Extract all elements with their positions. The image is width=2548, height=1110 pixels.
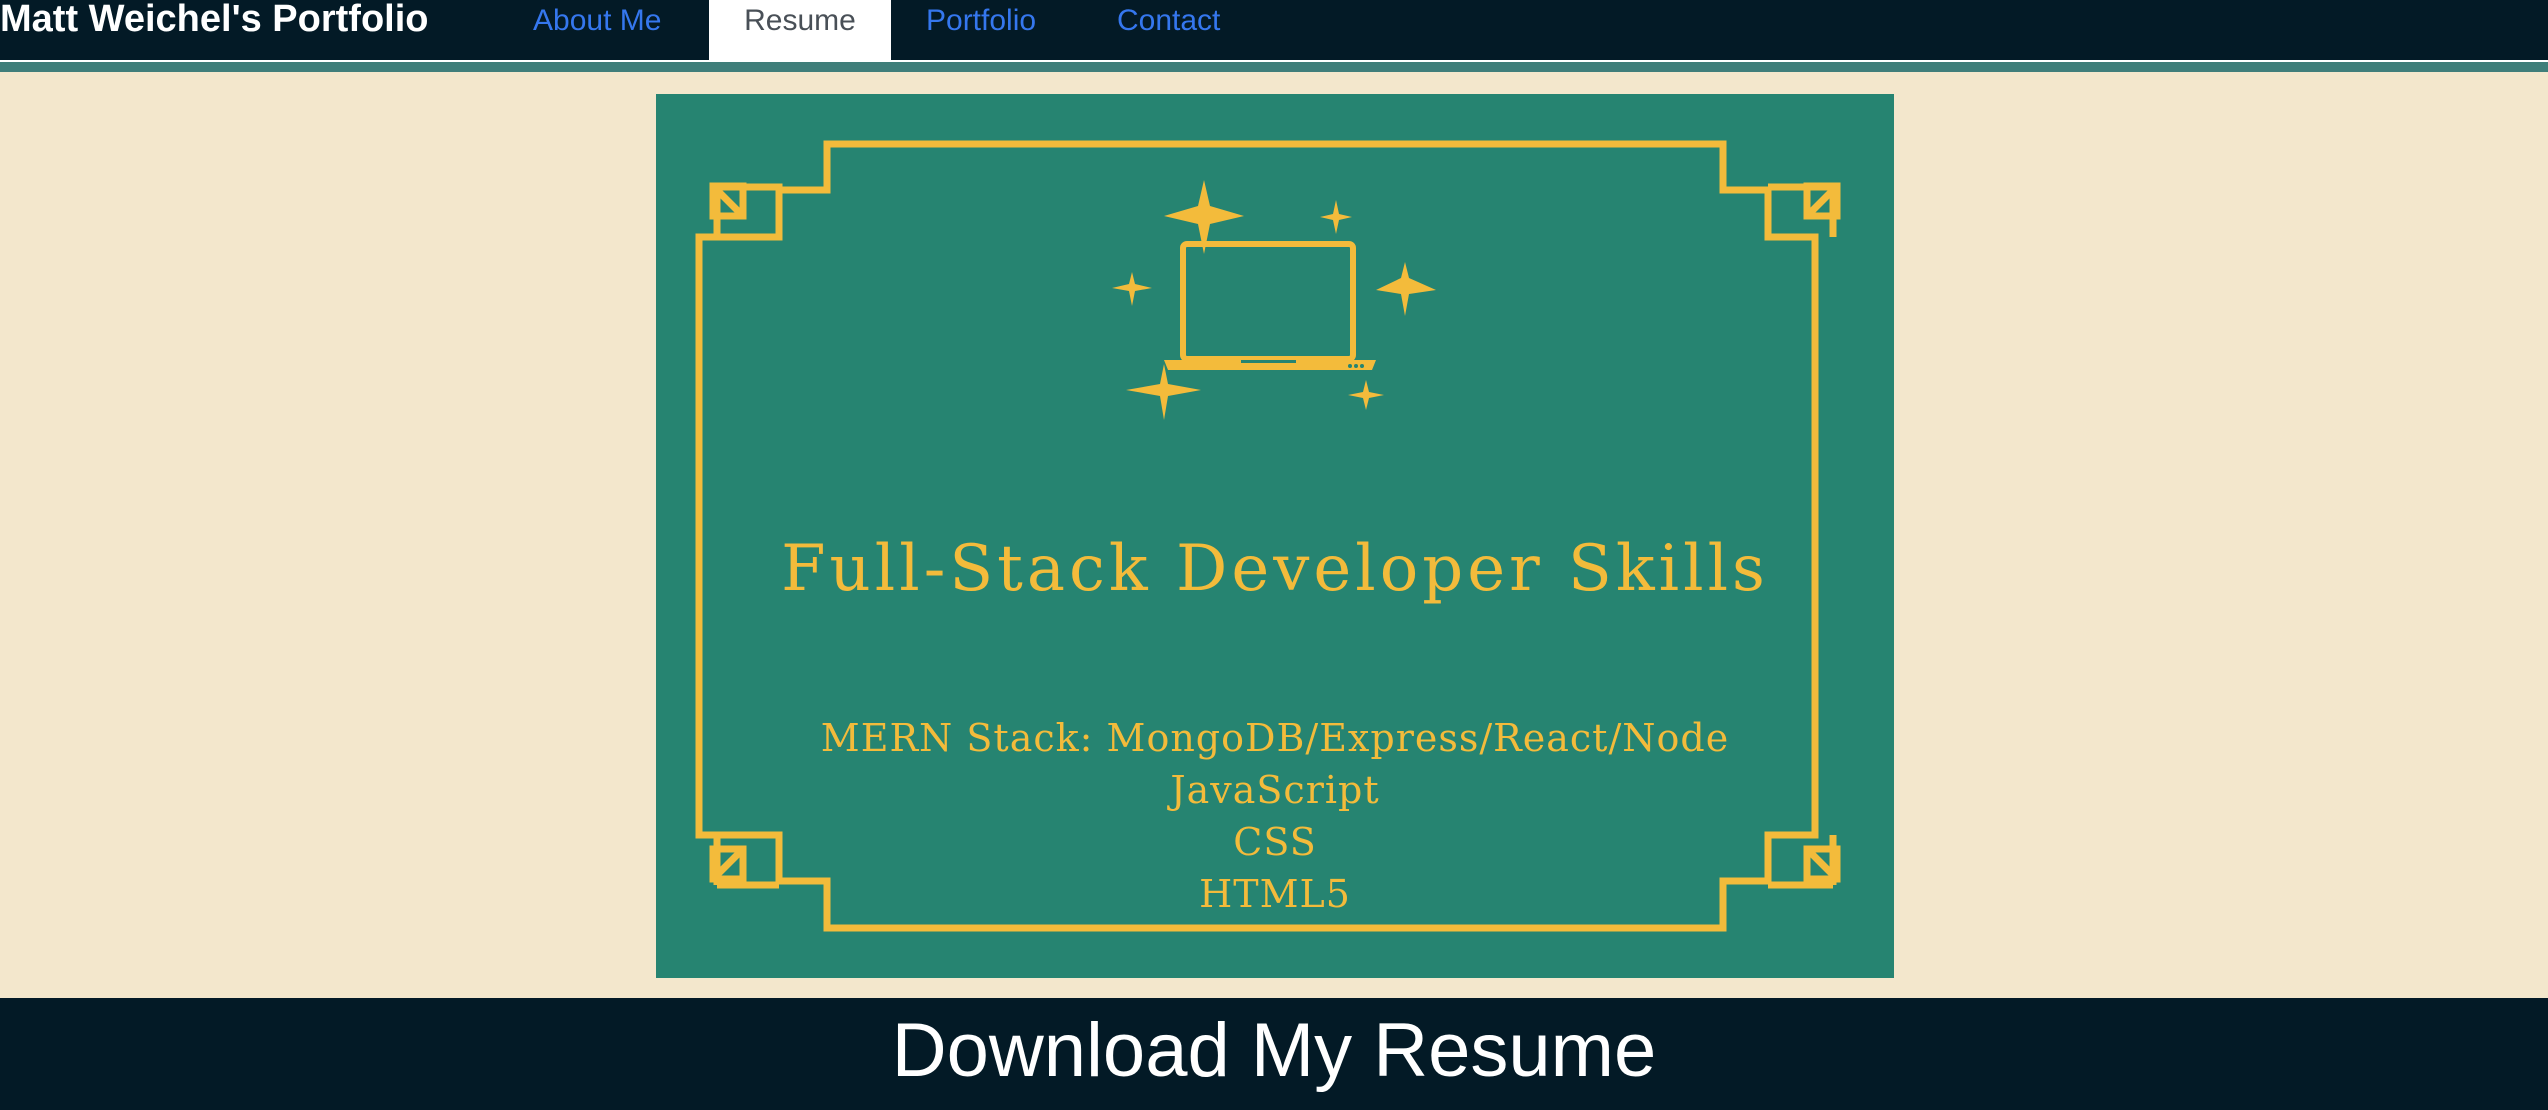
nav-link-contact[interactable]: Contact <box>1117 0 1247 60</box>
download-resume-link[interactable]: Download My Resume <box>0 998 2548 1104</box>
nav-link-resume[interactable]: Resume <box>709 0 891 60</box>
skills-list: MERN Stack: MongoDB/Express/React/Node J… <box>656 712 1894 920</box>
nav-link-portfolio[interactable]: Portfolio <box>926 0 1076 60</box>
nav-link-about-me[interactable]: About Me <box>533 0 683 60</box>
laptop-sparkles-icon <box>1112 180 1436 420</box>
skill-item: JavaScript <box>1170 768 1380 812</box>
resume-skills-card: Full-Stack Developer Skills MERN Stack: … <box>656 94 1894 978</box>
skill-item: MERN Stack: MongoDB/Express/React/Node <box>820 716 1730 760</box>
top-navbar: Matt Weichel's Portfolio About Me Resume… <box>0 0 2548 62</box>
footer-bar: Download My Resume <box>0 998 2548 1110</box>
site-brand[interactable]: Matt Weichel's Portfolio <box>0 0 428 42</box>
skill-item: HTML5 <box>1199 872 1351 916</box>
card-title: Full-Stack Developer Skills <box>781 532 1769 606</box>
skill-item: CSS <box>1233 820 1317 864</box>
nav-divider-strip <box>0 62 2548 72</box>
